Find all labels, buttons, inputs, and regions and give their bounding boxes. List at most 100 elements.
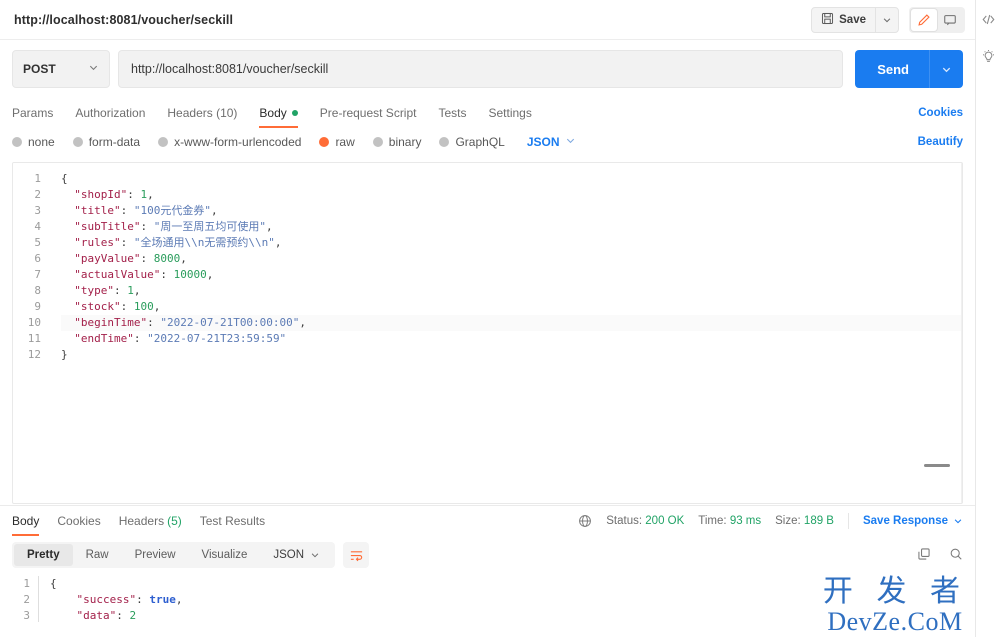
line-number: 8 [34,284,41,297]
tab-label: Tests [438,106,467,120]
request-url-value: http://localhost:8081/voucher/seckill [131,62,329,76]
response-view-modes: Pretty Raw Preview Visualize JSON [12,542,336,568]
size-value: 189 B [803,515,834,527]
code-token: { [61,172,68,185]
radio-icon [439,137,450,147]
response-tabs: Body Cookies Headers (5) Test Results St… [0,506,975,536]
send-options-caret[interactable] [929,50,963,88]
tab-pre-request-script[interactable]: Pre-request Script [320,98,417,128]
code-token: "2022-07-21T23:59:59" [147,332,287,345]
save-response-button[interactable]: Save Response [863,515,963,527]
code-token: 1 [127,284,134,297]
main-panel: http://localhost:8081/voucher/seckill Sa… [0,0,975,637]
body-type-binary[interactable]: binary [372,135,421,149]
code-line: "subTitle": "周一至周五均可使用", [61,219,962,235]
view-mode-preview[interactable]: Preview [122,544,189,566]
cookies-link[interactable]: Cookies [918,107,963,119]
code-line: "payValue": 8000, [61,251,962,267]
code-token: "beginTime" [61,316,148,329]
tab-headers[interactable]: Headers (10) [167,98,237,128]
view-mode-raw[interactable]: Raw [73,544,122,566]
code-token: } [61,348,68,361]
tab-label: Params [12,106,54,120]
code-brackets-icon[interactable] [981,12,996,27]
beautify-link[interactable]: Beautify [918,136,963,148]
line-number: 3 [34,204,41,217]
tab-tests[interactable]: Tests [438,98,466,128]
code-token: , [210,204,218,217]
radio-icon [372,137,383,147]
fold-guide [38,576,39,622]
code-token: , [299,316,307,329]
response-tab-body[interactable]: Body [12,506,40,536]
response-body-editor[interactable]: 1 2 3 { "success": true, "data": 2 [0,568,975,624]
line-number: 3 [23,609,30,622]
save-button[interactable]: Save [812,7,876,32]
line-number: 11 [27,332,41,345]
search-icon-button[interactable] [949,547,963,564]
code-token: , [265,220,273,233]
copy-icon-button[interactable] [917,547,931,564]
tab-authorization[interactable]: Authorization [75,98,145,128]
response-tab-cookies[interactable]: Cookies [57,506,100,536]
view-mode-pretty[interactable]: Pretty [14,544,73,566]
response-tab-headers[interactable]: Headers (5) [119,506,182,536]
code-token: "subTitle" [61,220,141,233]
floppy-disk-icon [821,12,834,28]
tab-params[interactable]: Params [12,98,53,128]
code-token: : [140,220,154,233]
response-format-select[interactable]: JSON [260,544,333,566]
tab-settings[interactable]: Settings [489,98,532,128]
request-body-editor[interactable]: 1 2 3 4 5 6 7 8 9 10 11 12 { "shopId": 1, "title": … [12,162,963,504]
code-token: : [147,316,161,329]
tab-body[interactable]: Body [259,98,299,128]
body-type-none[interactable]: none [12,135,55,149]
response-meta: Status: 200 OK Time: 93 ms Size: 189 B S… [578,513,963,529]
tab-label: Authorization [75,106,146,120]
time-badge: Time: 93 ms [698,515,761,527]
code-token: "rules" [61,236,121,249]
response-tab-test-results[interactable]: Test Results [200,506,265,536]
body-type-urlencoded[interactable]: x-www-form-urlencoded [158,135,301,149]
time-label: Time: [698,515,727,527]
divider [847,513,849,529]
size-badge: Size: 189 B [775,515,834,527]
radio-icon [72,137,83,147]
code-token: , [274,236,282,249]
comment-icon-button[interactable] [937,9,963,31]
wrap-lines-icon-button[interactable] [343,542,370,568]
request-url-input[interactable]: http://localhost:8081/voucher/seckill [118,50,844,88]
code-token: : [120,236,134,249]
page-title: http://localhost:8081/voucher/seckill [14,12,234,27]
http-method-select[interactable]: POST [12,50,110,88]
code-token: 10000 [173,268,207,281]
lightbulb-icon[interactable] [981,49,996,64]
status-value: 200 OK [645,515,685,527]
body-type-form-data[interactable]: form-data [72,135,140,149]
postman-window: http://localhost:8081/voucher/seckill Sa… [0,0,1000,637]
editor-code-area[interactable]: { "shopId": 1, "title": "100元代金券", "subT… [47,163,962,363]
tab-label: Body [12,514,40,528]
radio-label: GraphQL [455,135,505,149]
radio-icon-selected [319,137,330,147]
pencil-icon-button[interactable] [911,8,937,31]
code-token: : [136,593,150,606]
code-token: , [153,300,161,313]
save-options-caret[interactable] [876,8,898,32]
body-format-value: JSON [526,135,560,149]
code-token: "周一至周五均可使用" [153,220,266,233]
response-line-numbers: 1 2 3 [0,574,36,624]
tab-label: Body [259,106,287,120]
view-mode-visualize[interactable]: Visualize [189,544,261,566]
editor-horizontal-scrollbar[interactable] [924,464,950,467]
send-button[interactable]: Send [855,50,929,88]
body-type-raw[interactable]: raw [319,135,355,149]
line-number: 2 [34,188,41,201]
body-type-graphql[interactable]: GraphQL [439,135,505,149]
radio-icon [158,137,169,147]
body-format-select[interactable]: JSON [527,135,576,149]
code-token: "100元代金券" [133,204,211,217]
response-code-area[interactable]: { "success": true, "data": 2 [36,574,975,624]
code-line: "actualValue": 10000, [61,267,962,283]
code-token: "endTime" [61,332,134,345]
